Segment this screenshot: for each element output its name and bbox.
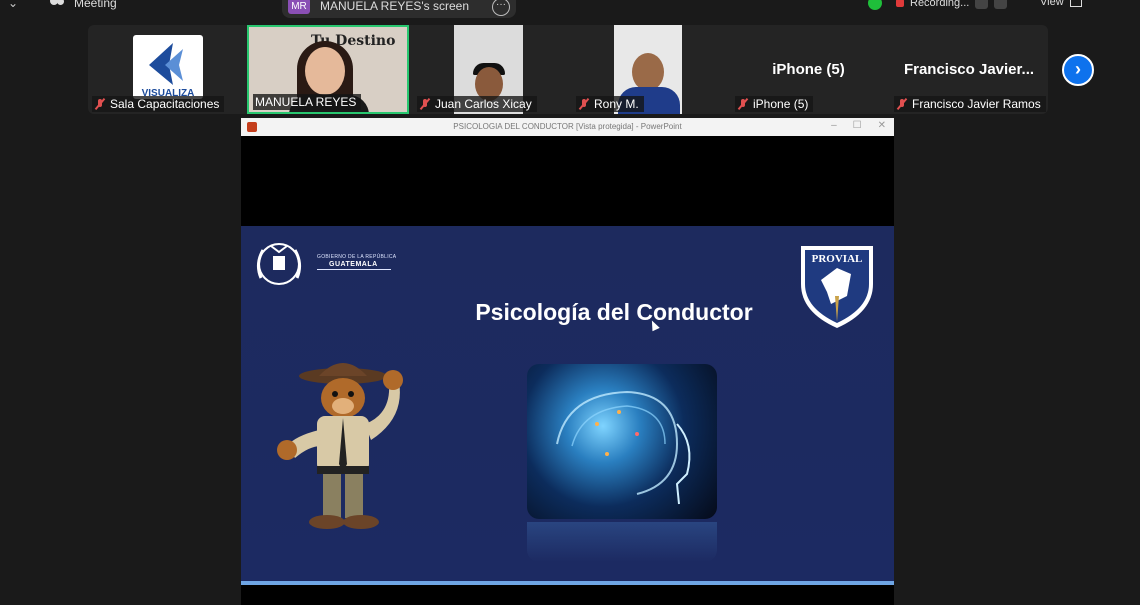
participant-name-label: iPhone (5) (735, 96, 814, 112)
mic-muted-icon (896, 98, 908, 110)
chevron-right-icon: › (1075, 59, 1081, 79)
recording-dot-icon (896, 0, 904, 7)
participant-tile[interactable]: Juan Carlos Xicay (413, 25, 568, 114)
participant-name: iPhone (5) (753, 97, 809, 111)
shared-screen: PSICOLOGIA DEL CONDUCTOR [Vista protegid… (241, 118, 894, 605)
participant-name: Sala Capacitaciones (110, 97, 220, 111)
stop-recording-button[interactable] (994, 0, 1008, 9)
chevron-down-icon[interactable]: ⌄ (8, 0, 18, 10)
provial-text: PROVIAL (812, 253, 863, 265)
meeting-label: Meeting (74, 0, 117, 10)
gov-divider (317, 269, 391, 270)
recording-label: Recording... (910, 0, 970, 9)
gov-line1: GOBIERNO DE LA REPÚBLICA (317, 254, 397, 260)
participant-tile-active-speaker[interactable]: Tu Destino MANUELA REYES (247, 25, 409, 114)
slide-title: Psicología del Conductor (475, 299, 753, 325)
pause-recording-button[interactable] (975, 0, 989, 9)
grid-view-icon (1069, 0, 1082, 7)
screen-share-indicator[interactable]: MR MANUELA REYES's screen ··· (282, 0, 516, 18)
participant-strip: VISUALIZA Sala Capacitaciones Tu Destino… (88, 25, 1048, 114)
video-person-face (632, 53, 664, 91)
encryption-shield-icon[interactable] (868, 0, 882, 10)
participant-name: MANUELA REYES (255, 95, 357, 109)
visualiza-mark-icon (149, 43, 183, 85)
participant-name: Francisco Javier Ramos (912, 97, 1041, 111)
participant-name-label: Rony M. (576, 96, 644, 112)
slide-bottom-bar (241, 581, 894, 585)
close-button[interactable]: ✕ (878, 120, 886, 131)
visualiza-logo: VISUALIZA (133, 35, 203, 99)
recording-indicator: Recording... (896, 0, 1008, 9)
top-bar: ⌄ Meeting MR MANUELA REYES's screen ··· … (0, 0, 1140, 22)
video-person-face (305, 47, 345, 95)
participant-tile[interactable]: VISUALIZA Sala Capacitaciones (88, 25, 243, 114)
mic-muted-icon (578, 98, 590, 110)
ranger-bear-mascot-icon (277, 363, 403, 529)
more-options-button[interactable]: ··· (492, 0, 510, 16)
gov-line2: GUATEMALA (329, 261, 378, 268)
minimize-button[interactable]: – (831, 120, 837, 131)
screen-share-label: MANUELA REYES's screen (320, 0, 470, 13)
window-controls: – ☐ ✕ (831, 120, 886, 131)
meeting-menu[interactable]: Meeting (48, 0, 117, 10)
window-title: PSICOLOGIA DEL CONDUCTOR [Vista protegid… (453, 122, 682, 131)
participant-name-label: Francisco Javier Ramos (894, 96, 1046, 112)
participant-name-label: Juan Carlos Xicay (417, 96, 537, 112)
view-label: View (1040, 0, 1064, 8)
participant-tile[interactable]: Rony M. (572, 25, 727, 114)
mic-muted-icon (419, 98, 431, 110)
brain-glow-icon (556, 390, 691, 505)
participant-name-label: Sala Capacitaciones (92, 96, 225, 112)
participant-tile[interactable]: Francisco Javier... Francisco Javier Ram… (890, 25, 1048, 114)
brain-illustration (527, 364, 717, 519)
mic-muted-icon (737, 98, 749, 110)
participant-name: Juan Carlos Xicay (435, 97, 532, 111)
participant-tile[interactable]: iPhone (5) iPhone (5) (731, 25, 886, 114)
participant-name: Rony M. (594, 97, 639, 111)
presenter-avatar: MR (288, 0, 310, 14)
participant-name-label: MANUELA REYES (253, 94, 362, 110)
guatemala-coat-of-arms-icon (256, 243, 302, 285)
presentation-slide: GOBIERNO DE LA REPÚBLICA GUATEMALA PROVI… (241, 226, 894, 584)
maximize-button[interactable]: ☐ (853, 120, 862, 131)
brain-reflection (527, 522, 717, 562)
participants-icon (48, 0, 66, 9)
view-menu[interactable]: View (1040, 0, 1082, 8)
mic-muted-icon (94, 98, 106, 110)
powerpoint-titlebar: PSICOLOGIA DEL CONDUCTOR [Vista protegid… (241, 118, 894, 136)
next-participants-button[interactable]: › (1062, 54, 1094, 86)
participant-display-name: iPhone (5) (772, 61, 845, 78)
participant-display-name: Francisco Javier... (903, 61, 1035, 78)
